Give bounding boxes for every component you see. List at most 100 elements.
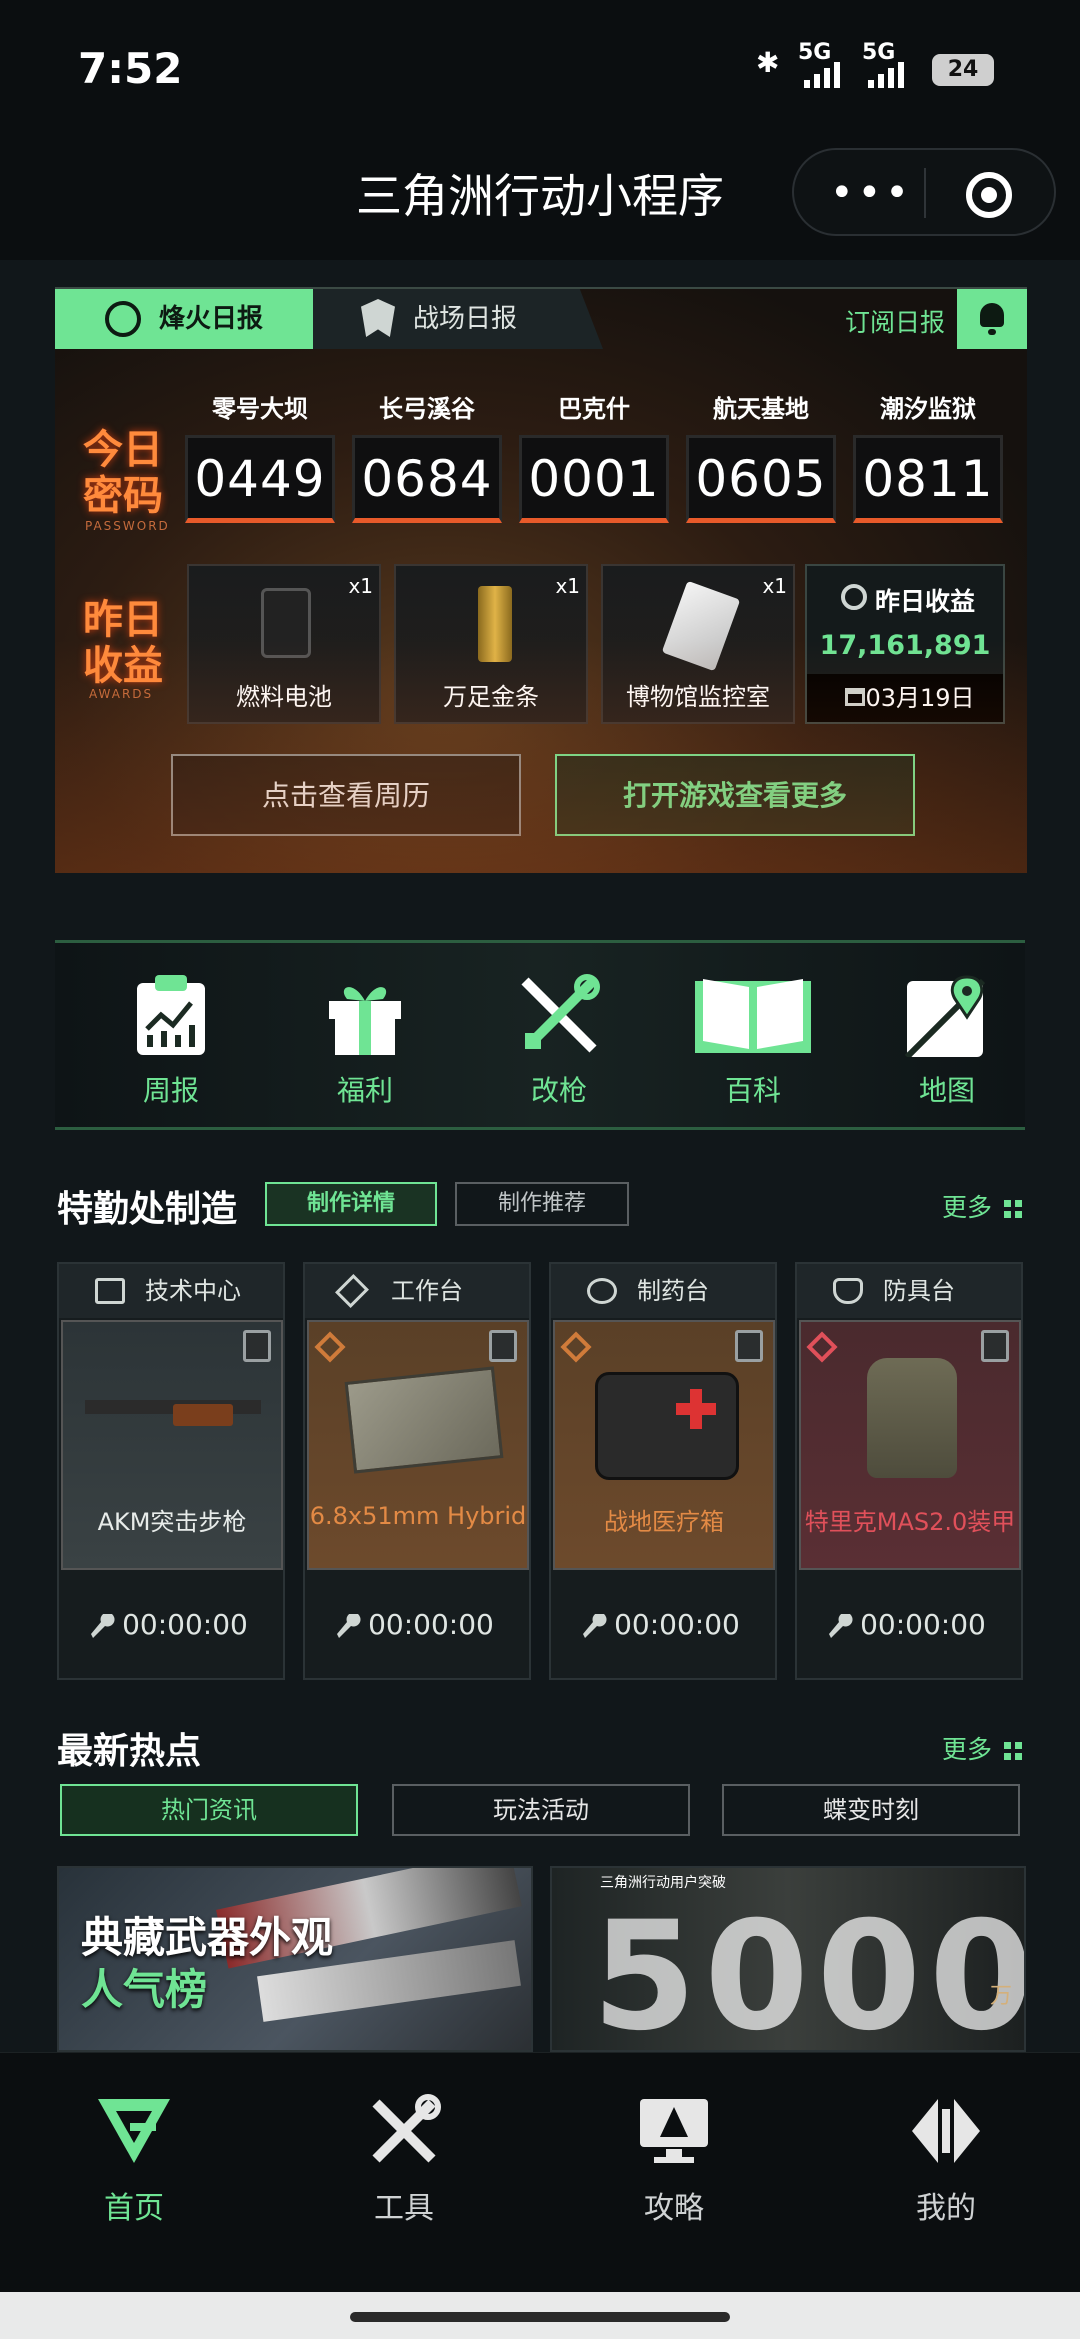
grid-icon <box>1004 1200 1023 1218</box>
product-name: 战地医疗箱 <box>604 1508 724 1536</box>
quicknav-label: 百科 <box>724 1074 781 1107</box>
tab-battlefield-label: 战场日报 <box>413 304 518 334</box>
medkit-icon <box>595 1372 739 1480</box>
tab-guides[interactable]: 攻略 <box>574 2093 774 2227</box>
tab-butterfly-moment[interactable]: 蝶变时刻 <box>722 1784 1020 1836</box>
armor-icon <box>833 1278 863 1304</box>
award-item-gold-bar[interactable]: x1 万足金条 <box>394 564 588 724</box>
chip-craft-details[interactable]: 制作详情 <box>265 1182 437 1226</box>
map-password-code: 0811 <box>853 435 1003 523</box>
clipboard-icon <box>735 1330 763 1362</box>
craft-more-link[interactable]: 更多 <box>942 1188 1023 1224</box>
station-header: 技术中心 <box>59 1264 283 1318</box>
close-miniprogram-icon[interactable] <box>966 172 1012 218</box>
craft-station-pharmacy[interactable]: 制药台 战地医疗箱 00:00:00 <box>549 1262 777 1680</box>
award-item-museum-keycard[interactable]: x1 博物馆监控室 <box>601 564 795 724</box>
tab-mine[interactable]: 我的 <box>846 2093 1046 2227</box>
station-header: 防具台 <box>797 1264 1021 1318</box>
tab-tools[interactable]: 工具 <box>304 2093 504 2227</box>
awards-sublabel: AWARDS <box>89 687 154 701</box>
news-card-weapon-skins[interactable]: 典藏武器外观 人气榜 <box>57 1866 533 2052</box>
fuel-cell-icon <box>261 588 311 658</box>
home-indicator[interactable] <box>0 2292 1080 2339</box>
product-name: 6.8x51mm Hybrid <box>309 1502 527 1530</box>
awards-label: 昨日 收益 <box>83 597 163 689</box>
news-more-link[interactable]: 更多 <box>942 1730 1023 1766</box>
gun-wrench-icon <box>517 973 601 1057</box>
quicknav-welfare[interactable]: 福利 <box>295 973 435 1123</box>
akm-stock-shape <box>173 1404 233 1426</box>
fenghuo-icon <box>105 301 141 337</box>
map-name: 巴克什 <box>558 395 630 423</box>
craft-station-tech-center[interactable]: 技术中心 AKM突击步枪 00:00:00 <box>57 1262 285 1680</box>
station-name: 制药台 <box>637 1277 709 1305</box>
capsule-divider <box>924 168 926 218</box>
craft-timer: 00:00:00 <box>860 1608 986 1641</box>
rarity-diamond-icon <box>314 1331 346 1363</box>
map-password-code: 0449 <box>185 435 335 523</box>
quicknav-gun-mod[interactable]: 改枪 <box>489 973 629 1123</box>
quicknav-label: 改枪 <box>530 1074 587 1107</box>
battery-icon: 24 <box>932 54 994 86</box>
view-weekly-calendar-button[interactable]: 点击查看周历 <box>171 754 521 836</box>
subscribe-daily-link[interactable]: 订阅日报 <box>845 303 945 339</box>
product-name: 特里克MAS2.0装甲 <box>804 1508 1016 1536</box>
map-name: 零号大坝 <box>212 395 308 423</box>
tab-hot-news[interactable]: 热门资讯 <box>60 1784 358 1836</box>
gift-icon <box>323 973 407 1057</box>
news-card-tag: 三角洲行动用户突破 <box>600 1875 726 1891</box>
quicknav-label: 福利 <box>336 1074 393 1107</box>
quicknav-wiki[interactable]: 百科 <box>683 973 823 1123</box>
gold-bar-icon <box>478 586 512 662</box>
monitor-guide-icon <box>636 2093 712 2169</box>
map-name: 潮汐监狱 <box>880 395 976 423</box>
status-time: 7:52 <box>78 44 183 93</box>
quicknav-map[interactable]: 地图 <box>877 973 1017 1123</box>
news-title-line1: 典藏武器外观 <box>81 1913 334 1962</box>
tab-fenghuo-daily[interactable]: 烽火日报 <box>55 289 313 349</box>
clipboard-icon <box>489 1330 517 1362</box>
tab-gameplay-events[interactable]: 玩法活动 <box>392 1784 690 1836</box>
news-card-big-number: 5000 <box>592 1890 1026 2052</box>
tab-label: 工具 <box>374 2191 434 2226</box>
craft-more-label: 更多 <box>942 1193 993 1222</box>
open-game-button[interactable]: 打开游戏查看更多 <box>555 754 915 836</box>
daily-report-panel: 烽火日报 战场日报 订阅日报 今日 密码 PASSWORD 零号大坝 长弓溪谷 … <box>55 287 1027 873</box>
craft-station-workbench[interactable]: 工作台 6.8x51mm Hybrid 00:00:00 <box>303 1262 531 1680</box>
income-value: 17,161,891 <box>819 630 991 661</box>
quicknav-label: 周报 <box>142 1074 199 1107</box>
award-qty: x1 <box>348 574 373 598</box>
news-card-50m-users[interactable]: 三角洲行动用户突破 5000 万 <box>550 1866 1026 2052</box>
more-menu-icon[interactable]: ••• <box>830 170 913 216</box>
craft-station-armor[interactable]: 防具台 特里克MAS2.0装甲 00:00:00 <box>795 1262 1023 1680</box>
map-password-code: 0001 <box>519 435 669 523</box>
map-pin-icon <box>904 973 989 1060</box>
craft-timer: 00:00:00 <box>614 1608 740 1641</box>
station-name: 防具台 <box>883 1277 955 1305</box>
station-name: 工作台 <box>391 1277 463 1305</box>
home-logo-icon <box>96 2093 172 2169</box>
map-password-code: 0684 <box>352 435 502 523</box>
tab-home[interactable]: 首页 <box>34 2093 234 2227</box>
tab-battlefield-daily[interactable]: 战场日报 <box>313 289 603 349</box>
award-item-fuel-cell[interactable]: x1 燃料电池 <box>187 564 381 724</box>
quicknav-label: 地图 <box>918 1074 975 1107</box>
tools-icon <box>366 2093 442 2169</box>
signal-bars-icon-2 <box>864 60 920 88</box>
flask-icon <box>587 1278 617 1304</box>
product-name: AKM突击步枪 <box>97 1508 247 1536</box>
ammo-box-icon <box>344 1366 504 1474</box>
password-label: 今日 密码 <box>83 427 163 519</box>
profile-logo-icon <box>908 2093 984 2169</box>
news-title-line2: 人气榜 <box>81 1965 208 2014</box>
bell-icon[interactable] <box>957 289 1027 349</box>
hammer-icon <box>335 1274 369 1308</box>
armor-vest-icon <box>867 1358 957 1478</box>
award-qty: x1 <box>762 574 787 598</box>
rarity-diamond-icon <box>806 1331 838 1363</box>
battlefield-icon <box>361 299 395 337</box>
chip-craft-recommend[interactable]: 制作推荐 <box>455 1182 629 1226</box>
craft-timer: 00:00:00 <box>122 1608 248 1641</box>
quicknav-weekly-report[interactable]: 周报 <box>101 973 241 1123</box>
award-name: 燃料电池 <box>236 683 332 711</box>
